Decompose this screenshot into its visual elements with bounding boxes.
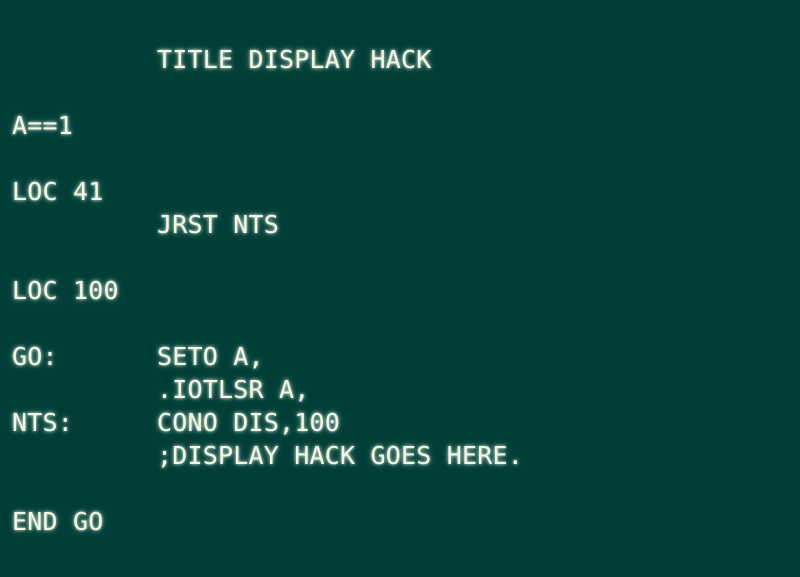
- source-line-comment: ;DISPLAY HACK GOES HERE.: [157, 441, 524, 470]
- source-line-end: END GO: [12, 507, 104, 536]
- source-line-assignment: A==1: [12, 111, 74, 140]
- source-line-cono: CONO DIS,100: [157, 408, 341, 437]
- terminal-screen: TITLE DISPLAY HACK A==1 LOC 41 JRST NTS …: [0, 0, 800, 577]
- source-line-seto: SETO A,: [157, 342, 264, 371]
- source-line-loc-100: LOC 100: [12, 276, 119, 305]
- source-line-title: TITLE DISPLAY HACK: [157, 45, 432, 74]
- source-label-nts: NTS:: [12, 408, 74, 437]
- source-label-go: GO:: [12, 342, 58, 371]
- source-line-iotlsr: .IOTLSR A,: [157, 375, 310, 404]
- source-line-loc-41: LOC 41: [12, 177, 104, 206]
- source-line-jrst: JRST NTS: [157, 210, 280, 239]
